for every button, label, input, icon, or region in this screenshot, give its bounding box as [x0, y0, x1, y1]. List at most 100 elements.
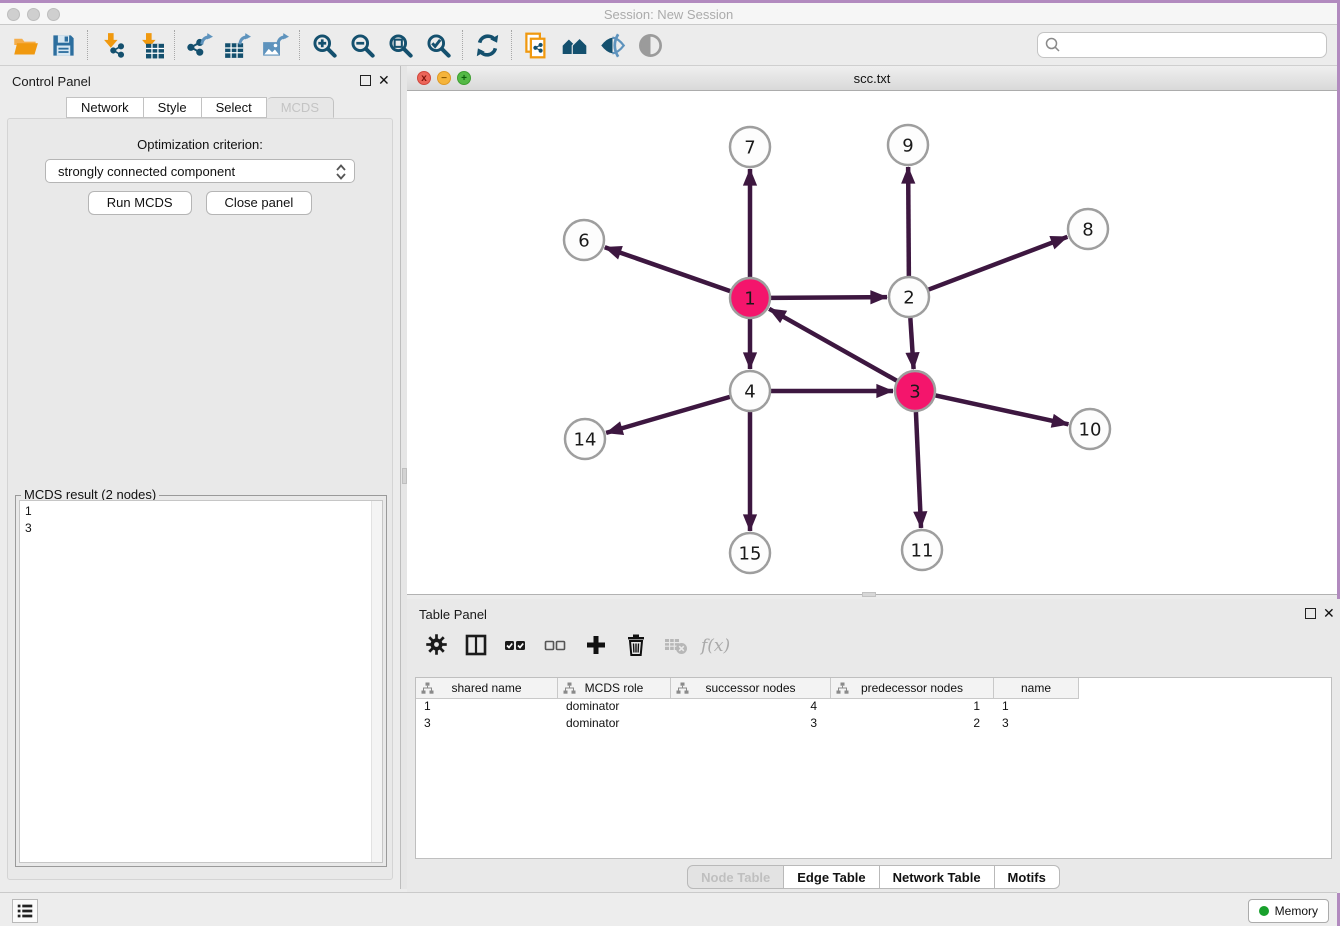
column-header-MCDS-role[interactable]: MCDS role — [558, 678, 671, 699]
export-image-button[interactable] — [256, 28, 294, 62]
duplicate-network-button[interactable] — [517, 28, 555, 62]
graph-node-8[interactable]: 8 — [1068, 209, 1108, 249]
apply-function-icon: f(x) — [699, 633, 733, 662]
graph-node-4[interactable]: 4 — [730, 371, 770, 411]
graph-node-7[interactable]: 7 — [730, 127, 770, 167]
delete-column-button[interactable] — [619, 630, 653, 664]
import-network-icon — [99, 32, 126, 59]
network-canvas[interactable]: 7 9 6 8 1 2 4 3 14 10 15 11 — [407, 91, 1337, 595]
show-graphics-details-button[interactable] — [593, 28, 631, 62]
svg-text:7: 7 — [744, 138, 755, 159]
delete-column-icon — [624, 633, 648, 662]
memory-button[interactable]: Memory — [1248, 899, 1329, 923]
tab-network-table[interactable]: Network Table — [880, 865, 995, 889]
column-header-predecessor-nodes[interactable]: predecessor nodes — [831, 678, 994, 699]
mcds-result-group: MCDS result (2 nodes) 13 — [15, 495, 387, 867]
graph-edge-3-11[interactable] — [916, 412, 921, 528]
close-panel-icon[interactable]: ✕ — [378, 73, 390, 87]
graph-node-15[interactable]: 15 — [730, 533, 770, 573]
graph-node-2[interactable]: 2 — [889, 277, 929, 317]
table-cell[interactable]: 3 — [671, 716, 831, 733]
deselect-all-button[interactable] — [539, 630, 573, 664]
toggle-bird-eye-button[interactable] — [631, 28, 669, 62]
close-panel-button[interactable]: Close panel — [206, 191, 313, 215]
table-panel: Table Panel ✕ f(x) shared nameMCDS roles… — [407, 599, 1340, 893]
table-cell[interactable]: 2 — [831, 716, 994, 733]
node-table: shared nameMCDS rolesuccessor nodesprede… — [415, 677, 1332, 859]
graph-node-1[interactable]: 1 — [730, 278, 770, 318]
graph-edge-1-2[interactable] — [771, 297, 887, 298]
refresh-layout-button[interactable] — [468, 28, 506, 62]
graph-node-14[interactable]: 14 — [565, 419, 605, 459]
mcds-result-line: 1 — [25, 503, 377, 520]
zoom-fit-button[interactable] — [381, 28, 419, 62]
deselect-all-icon — [544, 633, 568, 662]
zoom-out-button[interactable] — [343, 28, 381, 62]
zoom-selected-button[interactable] — [419, 28, 457, 62]
table-cell[interactable]: 3 — [416, 716, 558, 733]
mcds-result-line: 3 — [25, 520, 377, 537]
search-input[interactable] — [1063, 35, 1326, 55]
table-row[interactable]: 1dominator411 — [416, 699, 1331, 716]
close-table-panel-icon[interactable]: ✕ — [1323, 606, 1335, 620]
float-table-panel-icon[interactable] — [1305, 608, 1316, 619]
graph-edge-1-6[interactable] — [605, 247, 730, 291]
svg-text:14: 14 — [574, 430, 597, 451]
run-mcds-button[interactable]: Run MCDS — [88, 191, 192, 215]
show-graphics-details-icon — [599, 32, 626, 59]
tab-style[interactable]: Style — [144, 97, 202, 118]
column-header-successor-nodes[interactable]: successor nodes — [671, 678, 831, 699]
select-all-button[interactable] — [499, 630, 533, 664]
tab-motifs[interactable]: Motifs — [995, 865, 1060, 889]
table-cell[interactable]: dominator — [558, 716, 671, 733]
export-network-button[interactable] — [180, 28, 218, 62]
graph-node-3[interactable]: 3 — [895, 371, 935, 411]
table-settings-button[interactable] — [419, 630, 453, 664]
vertical-splitter[interactable] — [400, 66, 407, 889]
graph-node-11[interactable]: 11 — [902, 530, 942, 570]
first-neighbors-button[interactable] — [555, 28, 593, 62]
mcds-result-text[interactable]: 13 — [19, 500, 383, 863]
graph-edge-3-1[interactable] — [769, 309, 897, 381]
graph-edge-4-14[interactable] — [606, 397, 730, 433]
graph-edge-2-8[interactable] — [929, 237, 1068, 290]
add-column-button[interactable] — [579, 630, 613, 664]
tab-node-table[interactable]: Node Table — [687, 865, 784, 889]
graph-edge-3-10[interactable] — [936, 395, 1069, 424]
graph-node-10[interactable]: 10 — [1070, 409, 1110, 449]
table-cell[interactable]: 1 — [994, 699, 1079, 716]
table-cell[interactable]: 1 — [416, 699, 558, 716]
import-table-button[interactable] — [131, 28, 169, 62]
optimization-criterion-select[interactable]: strongly connected component — [45, 159, 355, 183]
table-cell[interactable]: 3 — [994, 716, 1079, 733]
delete-table-button[interactable] — [659, 630, 693, 664]
tab-edge-table[interactable]: Edge Table — [784, 865, 879, 889]
apply-function-button[interactable]: f(x) — [699, 630, 733, 664]
search-box[interactable] — [1037, 32, 1327, 58]
export-table-button[interactable] — [218, 28, 256, 62]
graph-edge-2-9[interactable] — [908, 167, 909, 276]
column-visibility-button[interactable] — [459, 630, 493, 664]
horizontal-splitter-grip[interactable] — [862, 592, 876, 597]
import-network-button[interactable] — [93, 28, 131, 62]
add-column-icon — [584, 633, 608, 662]
graph-edge-2-3[interactable] — [910, 318, 913, 369]
save-session-button[interactable] — [44, 28, 82, 62]
table-panel-header: Table Panel ✕ — [407, 599, 1340, 627]
graph-node-9[interactable]: 9 — [888, 125, 928, 165]
tab-mcds[interactable]: MCDS — [267, 97, 334, 118]
float-panel-icon[interactable] — [360, 75, 371, 86]
table-cell[interactable]: 1 — [831, 699, 994, 716]
zoom-in-button[interactable] — [305, 28, 343, 62]
column-header-shared-name[interactable]: shared name — [416, 678, 558, 699]
tab-network[interactable]: Network — [66, 97, 144, 118]
table-cell[interactable]: 4 — [671, 699, 831, 716]
graph-node-6[interactable]: 6 — [564, 220, 604, 260]
result-scrollbar[interactable] — [371, 501, 382, 862]
tab-select[interactable]: Select — [202, 97, 267, 118]
open-folder-button[interactable] — [6, 28, 44, 62]
table-row[interactable]: 3dominator323 — [416, 716, 1331, 733]
task-history-button[interactable] — [12, 899, 38, 923]
column-header-name[interactable]: name — [994, 678, 1079, 699]
table-cell[interactable]: dominator — [558, 699, 671, 716]
